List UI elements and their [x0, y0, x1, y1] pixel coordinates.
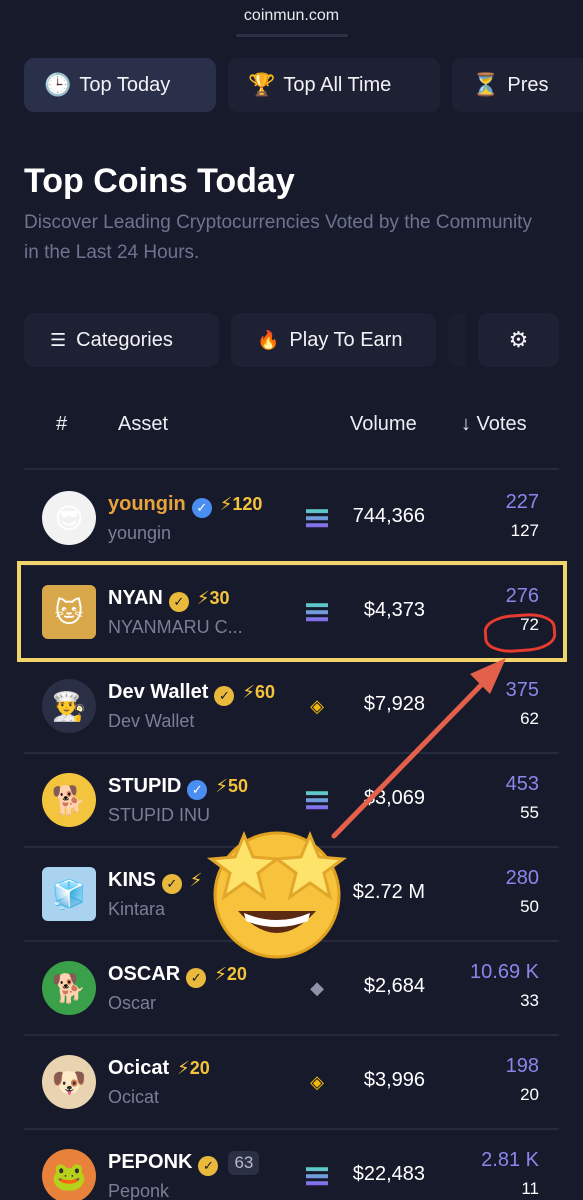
list-icon: ☰ — [50, 329, 67, 350]
votes-today: 62 — [520, 709, 539, 728]
coin-name-text: OSCAR — [108, 963, 181, 985]
coin-name[interactable]: OSCAR ✓ ⚡20 — [108, 963, 247, 988]
coin-name[interactable]: youngin ✓ ⚡120 — [108, 493, 262, 518]
avatar: 🐕 — [42, 773, 96, 827]
categories-label: Categories — [76, 328, 173, 351]
verified-badge-icon: ✓ — [198, 1156, 219, 1176]
votes-total: 227 — [505, 491, 539, 513]
avatar: 🐸 — [42, 1149, 96, 1200]
page-title: Top Coins Today — [24, 162, 295, 200]
boost-count: ⚡60 — [242, 682, 276, 702]
coin-name[interactable]: Dev Wallet ✓ ⚡60 — [108, 681, 275, 706]
settings-filter-button[interactable]: ⚙ — [478, 313, 559, 367]
boost-count: ⚡50 — [215, 776, 249, 796]
votes-total: 10.69 K — [470, 961, 539, 983]
coin-name[interactable]: PEPONK ✓ 63 — [108, 1151, 260, 1176]
votes-total: 2.81 K — [481, 1149, 539, 1171]
bnb-chain-icon: ◈ — [310, 1072, 324, 1092]
verified-badge-icon: ✓ — [161, 874, 182, 894]
votes-today: 50 — [520, 897, 539, 916]
table-row[interactable]: 🐸 PEPONK ✓ 63 Peponk $22,483 2.81 K 11 — [0, 1129, 583, 1200]
avatar: 👨‍🍳 — [42, 679, 96, 733]
coin-ticker: Dev Wallet — [108, 711, 195, 731]
votes-today: 33 — [520, 991, 539, 1010]
filter-chip-hidden[interactable] — [448, 313, 466, 367]
coin-name-text: KINS — [108, 869, 156, 891]
url-underline — [236, 34, 348, 37]
verified-badge-icon: ✓ — [186, 968, 207, 988]
avatar: 🐶 — [42, 1055, 96, 1109]
coin-name-text: Dev Wallet — [108, 681, 209, 703]
coin-name[interactable]: STUPID ✓ ⚡50 — [108, 775, 248, 800]
url-text: coinmun.com — [243, 7, 340, 24]
page-subtitle: Discover Leading Cryptocurrencies Voted … — [24, 212, 532, 263]
coin-ticker: Kintara — [108, 899, 166, 919]
clock-icon: 🕒 — [44, 72, 72, 97]
coin-name-text: PEPONK — [108, 1151, 193, 1173]
time-range-tabs: 🕒 Top Today 🏆 Top All Time ⏳ Pres — [24, 58, 583, 112]
solana-chain-icon — [306, 1167, 328, 1186]
verified-badge-icon: ✓ — [187, 780, 208, 800]
volume-value: $2,684 — [363, 975, 425, 997]
star-struck-emoji-icon — [206, 831, 348, 959]
browser-url-bar[interactable]: coinmun.com — [0, 0, 583, 40]
header-rank: # — [56, 413, 68, 435]
table-row[interactable]: 🐶 Ocicat ⚡20 Ocicat ◈ $3,996 198 20 — [0, 1035, 583, 1129]
sliders-icon: ⚙ — [508, 327, 529, 352]
tab-presale[interactable]: ⏳ Pres — [452, 58, 583, 112]
trophy-icon: 🏆 — [248, 72, 276, 97]
fire-icon: 🔥 — [257, 329, 280, 350]
tab-label: Top All Time — [283, 73, 392, 96]
volume-value: $2.72 M — [352, 881, 425, 903]
solana-chain-icon — [306, 509, 328, 528]
ethereum-chain-icon: ◆ — [310, 978, 324, 998]
tab-label: Pres — [507, 73, 549, 96]
table-row[interactable]: 😎 youngin ✓ ⚡120 youngin 744,366 227 127 — [0, 471, 583, 565]
votes-total: 198 — [505, 1055, 539, 1077]
boost-count: ⚡20 — [214, 964, 247, 984]
tab-top-all-time[interactable]: 🏆 Top All Time — [228, 58, 440, 112]
volume-value: $3,996 — [363, 1069, 425, 1091]
rank-pill: 63 — [228, 1151, 260, 1175]
tab-label: Top Today — [79, 73, 171, 96]
header-votes[interactable]: ↓ Votes — [461, 413, 527, 436]
coin-name-text: STUPID — [108, 775, 182, 797]
header-asset[interactable]: Asset — [118, 413, 168, 436]
votes-today: 55 — [520, 803, 539, 822]
header-volume[interactable]: Volume — [350, 413, 417, 436]
boost-count: ⚡120 — [219, 494, 263, 514]
coin-ticker: Oscar — [108, 993, 157, 1013]
avatar: 🐕 — [42, 961, 96, 1015]
table-header: # Asset Volume ↓ Votes — [0, 405, 583, 445]
avatar: 🧊 — [42, 867, 96, 921]
votes-today: 11 — [521, 1179, 539, 1198]
votes-today: 20 — [520, 1085, 539, 1104]
avatar: 😎 — [42, 491, 96, 545]
play-to-earn-filter[interactable]: 🔥 Play To Earn — [231, 313, 436, 367]
coin-name[interactable]: KINS ✓ ⚡ — [108, 869, 202, 894]
coin-ticker: Peponk — [108, 1181, 170, 1200]
boost-count: ⚡ — [189, 870, 203, 890]
coin-ticker: STUPID INU — [108, 805, 211, 825]
volume-value: 744,366 — [352, 505, 425, 527]
highlight-box — [17, 561, 567, 662]
tab-top-today[interactable]: 🕒 Top Today — [24, 58, 216, 112]
votes-today: 127 — [510, 521, 539, 540]
verified-badge-icon: ✓ — [214, 686, 235, 706]
coin-ticker: youngin — [108, 523, 172, 543]
coin-ticker: Ocicat — [108, 1087, 160, 1107]
coin-name-text: Ocicat — [108, 1057, 170, 1079]
coin-name-text: youngin — [108, 493, 186, 515]
categories-button[interactable]: ☰ Categories — [24, 313, 219, 367]
hourglass-icon: ⏳ — [472, 72, 500, 97]
divider — [24, 468, 559, 470]
coin-name[interactable]: Ocicat ⚡20 — [108, 1057, 210, 1080]
boost-count: ⚡20 — [177, 1058, 210, 1078]
votes-total: 280 — [505, 867, 539, 889]
verified-badge-icon: ✓ — [191, 498, 212, 518]
volume-value: $22,483 — [352, 1163, 425, 1185]
play-to-earn-label: Play To Earn — [289, 328, 403, 351]
